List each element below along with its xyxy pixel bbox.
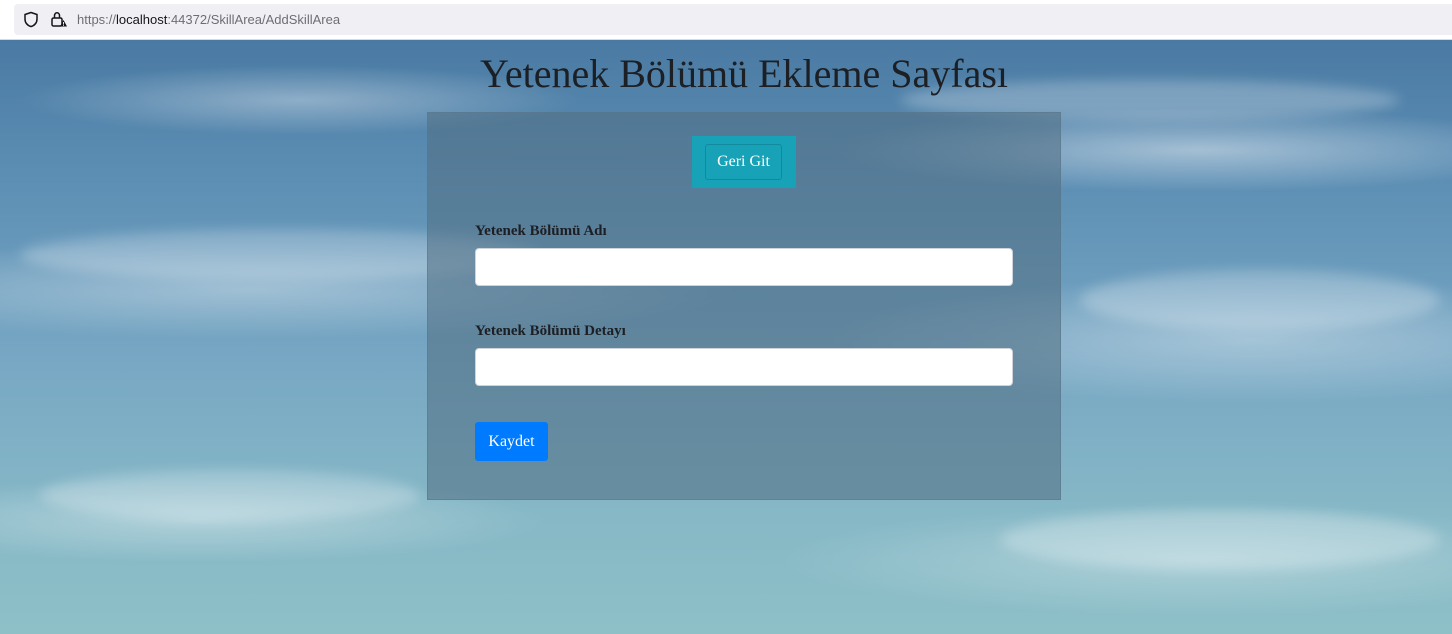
url-text[interactable]: https://localhost:44372/SkillArea/AddSki… bbox=[77, 11, 340, 28]
skill-area-detail-input[interactable] bbox=[475, 348, 1013, 386]
back-button[interactable]: Geri Git bbox=[705, 144, 782, 180]
page-title: Yetenek Bölümü Ekleme Sayfası bbox=[479, 51, 1009, 96]
url-host: localhost bbox=[116, 12, 168, 27]
insecure-lock-icon[interactable] bbox=[50, 11, 68, 28]
address-bar[interactable]: https://localhost:44372/SkillArea/AddSki… bbox=[14, 4, 1452, 35]
form-panel: Geri Git Yetenek Bölümü Adı Yetenek Bölü… bbox=[427, 112, 1061, 500]
skill-area-name-label: Yetenek Bölümü Adı bbox=[475, 223, 607, 239]
skill-area-detail-label: Yetenek Bölümü Detayı bbox=[475, 323, 626, 339]
browser-toolbar: https://localhost:44372/SkillArea/AddSki… bbox=[0, 0, 1452, 40]
cloud-decoration bbox=[40, 470, 420, 520]
cloud-decoration bbox=[1000, 510, 1440, 570]
url-scheme: https:// bbox=[77, 12, 117, 27]
cloud-decoration bbox=[1080, 270, 1440, 330]
url-path: :44372/SkillArea/AddSkillArea bbox=[167, 12, 341, 27]
shield-icon[interactable] bbox=[23, 11, 39, 28]
page-background: Yetenek Bölümü Ekleme Sayfası Geri Git Y… bbox=[0, 40, 1452, 634]
back-button-container: Geri Git bbox=[692, 136, 796, 188]
save-button[interactable]: Kaydet bbox=[475, 422, 548, 461]
skill-area-name-input[interactable] bbox=[475, 248, 1013, 286]
